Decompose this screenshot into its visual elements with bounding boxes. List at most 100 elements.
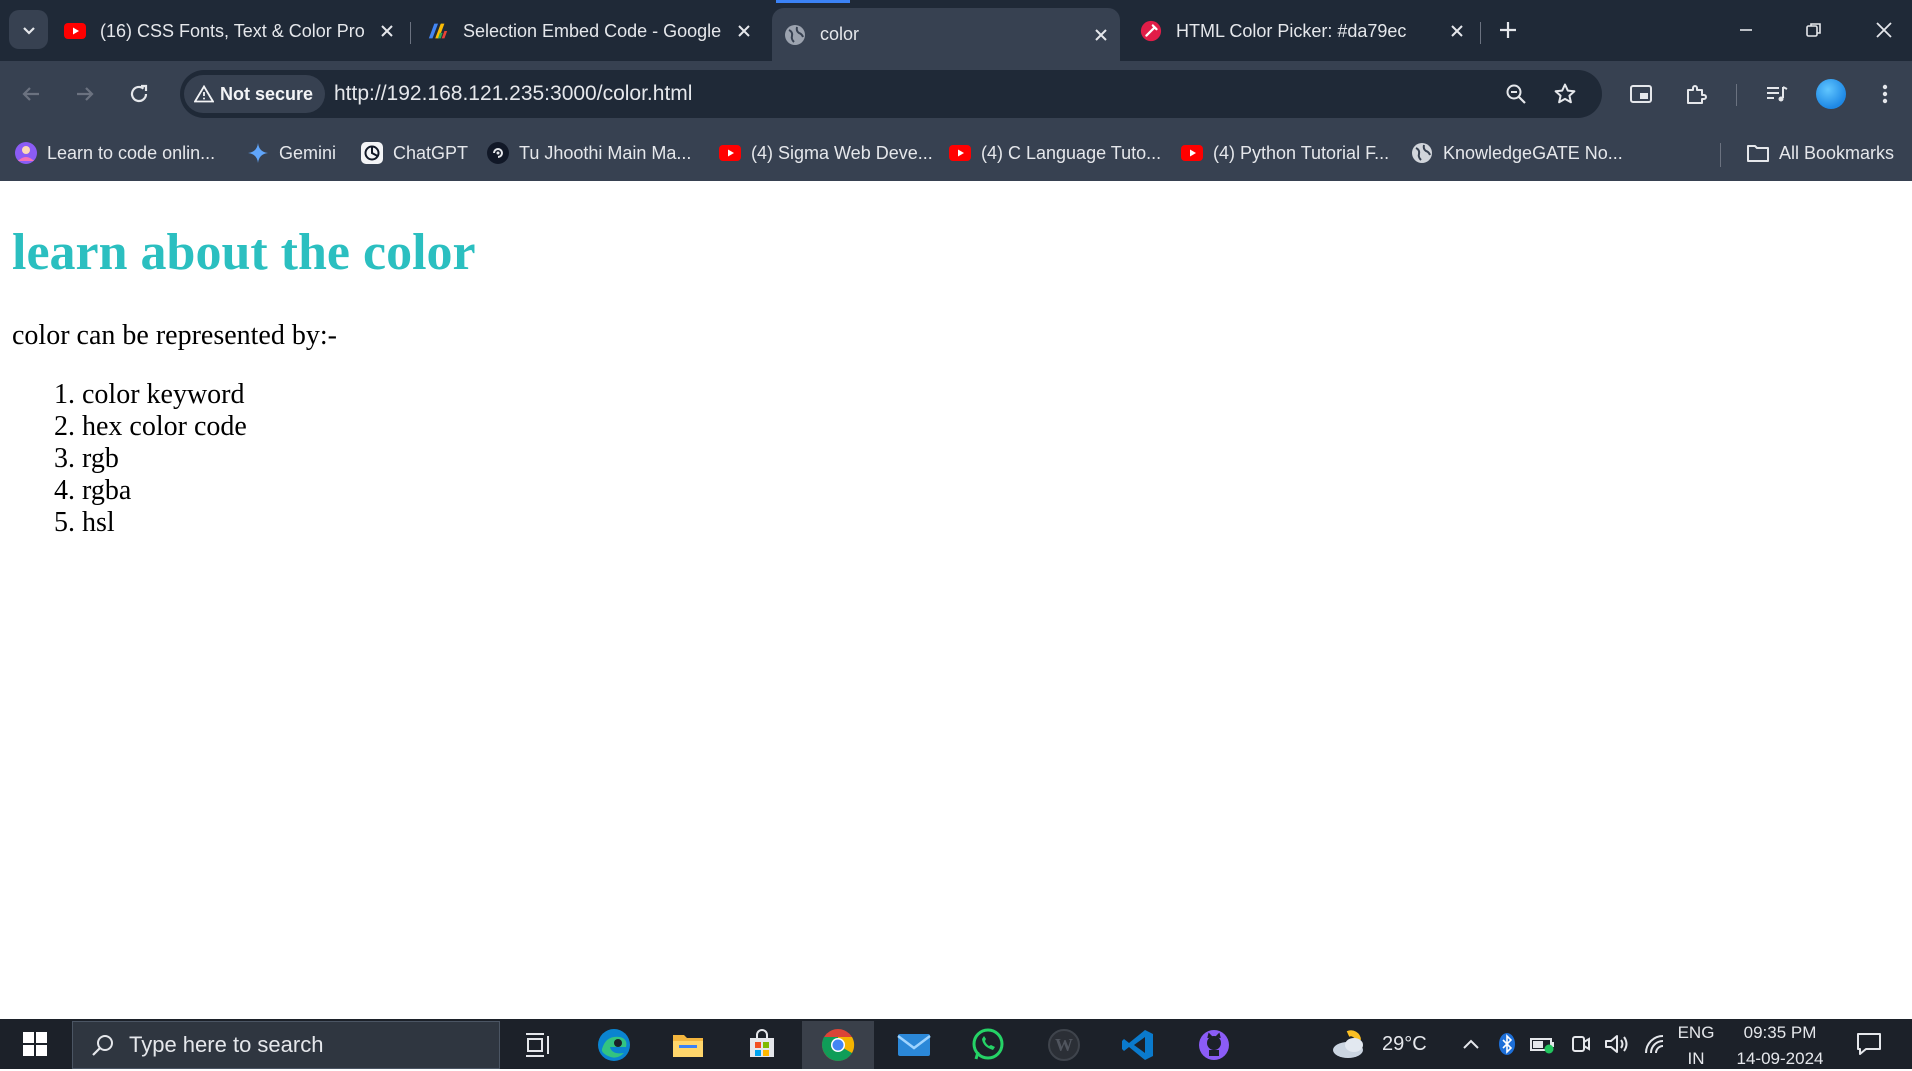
- wifi-icon: [1645, 1035, 1664, 1054]
- picture-in-picture-icon: [1630, 85, 1652, 103]
- bluetooth-icon: [1499, 1033, 1515, 1055]
- folder-icon: [673, 1035, 703, 1057]
- windows-taskbar: Type here to search W 29°C ENG IN 09:35 …: [0, 1019, 1912, 1069]
- bookmark-c-language[interactable]: (4) C Language Tuto...: [948, 137, 1161, 169]
- bookmark-label: KnowledgeGATE No...: [1443, 142, 1623, 163]
- reload-button[interactable]: [120, 75, 158, 113]
- plus-icon: [1500, 22, 1516, 38]
- bookmark-gemini[interactable]: Gemini: [246, 137, 336, 169]
- camera-icon: [1572, 1036, 1590, 1052]
- task-view-button[interactable]: [502, 1021, 574, 1069]
- tab-html-color-picker[interactable]: HTML Color Picker: #da79ec: [1140, 10, 1470, 52]
- taskbar-edge[interactable]: [578, 1021, 650, 1069]
- minimize-icon: [1740, 29, 1752, 31]
- disc-icon: [486, 141, 510, 165]
- vscode-icon: [1122, 1030, 1153, 1060]
- list-item: rgba: [82, 475, 247, 507]
- taskbar-microsoft-store[interactable]: [726, 1021, 798, 1069]
- partly-cloudy-icon: [1333, 1030, 1363, 1058]
- bookmark-star-button[interactable]: [1549, 78, 1581, 110]
- close-window-button[interactable]: [1864, 10, 1904, 50]
- close-icon[interactable]: [1088, 22, 1114, 48]
- bookmark-learn-to-code[interactable]: Learn to code onlin...: [14, 137, 215, 169]
- store-icon: [750, 1029, 774, 1057]
- start-button[interactable]: [0, 1019, 70, 1069]
- toolbar-divider: [1736, 84, 1737, 106]
- intro-paragraph: color can be represented by:-: [12, 320, 337, 351]
- bookmark-python-tutorial[interactable]: (4) Python Tutorial F...: [1180, 137, 1389, 169]
- zoom-button[interactable]: [1500, 78, 1532, 110]
- meet-now-tray[interactable]: [1570, 1019, 1592, 1069]
- profile-avatar[interactable]: [1816, 79, 1846, 109]
- bookmark-tu-jhoothi[interactable]: Tu Jhoothi Main Ma...: [486, 137, 691, 169]
- taskbar-search-box[interactable]: Type here to search: [72, 1021, 500, 1069]
- bookmark-chatgpt[interactable]: ChatGPT: [360, 137, 468, 169]
- clock[interactable]: 09:35 PM 14-09-2024: [1732, 1021, 1828, 1069]
- active-tab-indicator: [776, 0, 850, 3]
- volume-tray[interactable]: [1604, 1019, 1630, 1069]
- minimize-button[interactable]: [1726, 10, 1766, 50]
- list-item: hex color code: [82, 411, 247, 443]
- warning-triangle-icon: [194, 85, 214, 103]
- taskbar-wordpress[interactable]: W: [1028, 1021, 1100, 1069]
- youtube-icon: [64, 20, 86, 42]
- tab-youtube-css-fonts[interactable]: (16) CSS Fonts, Text & Color Pro: [64, 10, 400, 52]
- site-info-chip[interactable]: Not secure: [184, 75, 326, 113]
- media-controls-button[interactable]: [1758, 75, 1796, 113]
- network-tray[interactable]: [1643, 1019, 1665, 1069]
- windows-logo-icon: [23, 1032, 47, 1056]
- clock-time: 09:35 PM: [1743, 1023, 1817, 1042]
- notification-center-button[interactable]: [1856, 1019, 1882, 1069]
- bookmark-label: Gemini: [279, 142, 337, 163]
- taskbar-github[interactable]: [1178, 1021, 1250, 1069]
- bookmark-label: Tu Jhoothi Main Ma...: [519, 142, 692, 163]
- tab-strip: (16) CSS Fonts, Text & Color Pro Selecti…: [0, 0, 1912, 61]
- weather-widget[interactable]: 29°C: [1330, 1019, 1427, 1069]
- page-heading: learn about the color: [12, 224, 476, 281]
- close-icon[interactable]: [1444, 18, 1470, 44]
- new-tab-button[interactable]: [1492, 14, 1524, 46]
- address-bar[interactable]: Not secure http://192.168.121.235:3000/c…: [180, 70, 1602, 118]
- tab-color[interactable]: color: [772, 8, 1120, 61]
- taskbar-whatsapp[interactable]: [952, 1021, 1024, 1069]
- close-icon[interactable]: [374, 18, 400, 44]
- all-bookmarks-button[interactable]: All Bookmarks: [1746, 137, 1894, 169]
- close-icon[interactable]: [731, 18, 757, 44]
- taskbar-mail[interactable]: [878, 1021, 950, 1069]
- speaker-icon: [1605, 1035, 1628, 1053]
- star-icon: [1554, 83, 1576, 104]
- browser-menu-button[interactable]: [1866, 75, 1904, 113]
- forward-button[interactable]: [66, 75, 104, 113]
- mail-icon: [897, 1034, 931, 1056]
- battery-tray[interactable]: [1530, 1019, 1556, 1069]
- chevron-down-icon: [22, 26, 35, 35]
- show-hidden-icons-button[interactable]: [1462, 1019, 1480, 1069]
- browser-toolbar: Not secure http://192.168.121.235:3000/c…: [0, 61, 1912, 127]
- arrow-left-icon: [22, 87, 39, 101]
- bluetooth-tray[interactable]: [1497, 1019, 1517, 1069]
- tab-selection-embed-code[interactable]: Selection Embed Code - Google: [427, 10, 757, 52]
- taskbar-vscode[interactable]: [1102, 1021, 1174, 1069]
- puzzle-icon: [1687, 85, 1707, 104]
- back-button[interactable]: [12, 75, 50, 113]
- input-language-indicator[interactable]: ENG IN: [1676, 1021, 1716, 1069]
- picture-in-picture-button[interactable]: [1622, 75, 1660, 113]
- extensions-button[interactable]: [1677, 75, 1715, 113]
- youtube-icon: [718, 141, 742, 165]
- task-view-icon: [526, 1033, 549, 1057]
- url-text[interactable]: http://192.168.121.235:3000/color.html: [334, 82, 692, 106]
- bookmark-label: Learn to code onlin...: [47, 142, 216, 163]
- bookmark-sigma-web-dev[interactable]: (4) Sigma Web Deve...: [718, 137, 933, 169]
- tab-search-button[interactable]: [9, 10, 48, 49]
- reload-icon: [130, 84, 148, 103]
- taskbar-chrome[interactable]: [802, 1021, 874, 1069]
- tab-divider: [410, 22, 411, 44]
- chrome-icon: [822, 1029, 855, 1061]
- wordpress-icon: W: [1048, 1029, 1080, 1061]
- restore-button[interactable]: [1794, 10, 1834, 50]
- bookmark-knowledgegate[interactable]: KnowledgeGATE No...: [1410, 137, 1623, 169]
- not-secure-label: Not secure: [220, 83, 314, 104]
- bookmarks-divider: [1720, 143, 1721, 167]
- taskbar-file-explorer[interactable]: [652, 1021, 724, 1069]
- close-icon: [1876, 22, 1892, 38]
